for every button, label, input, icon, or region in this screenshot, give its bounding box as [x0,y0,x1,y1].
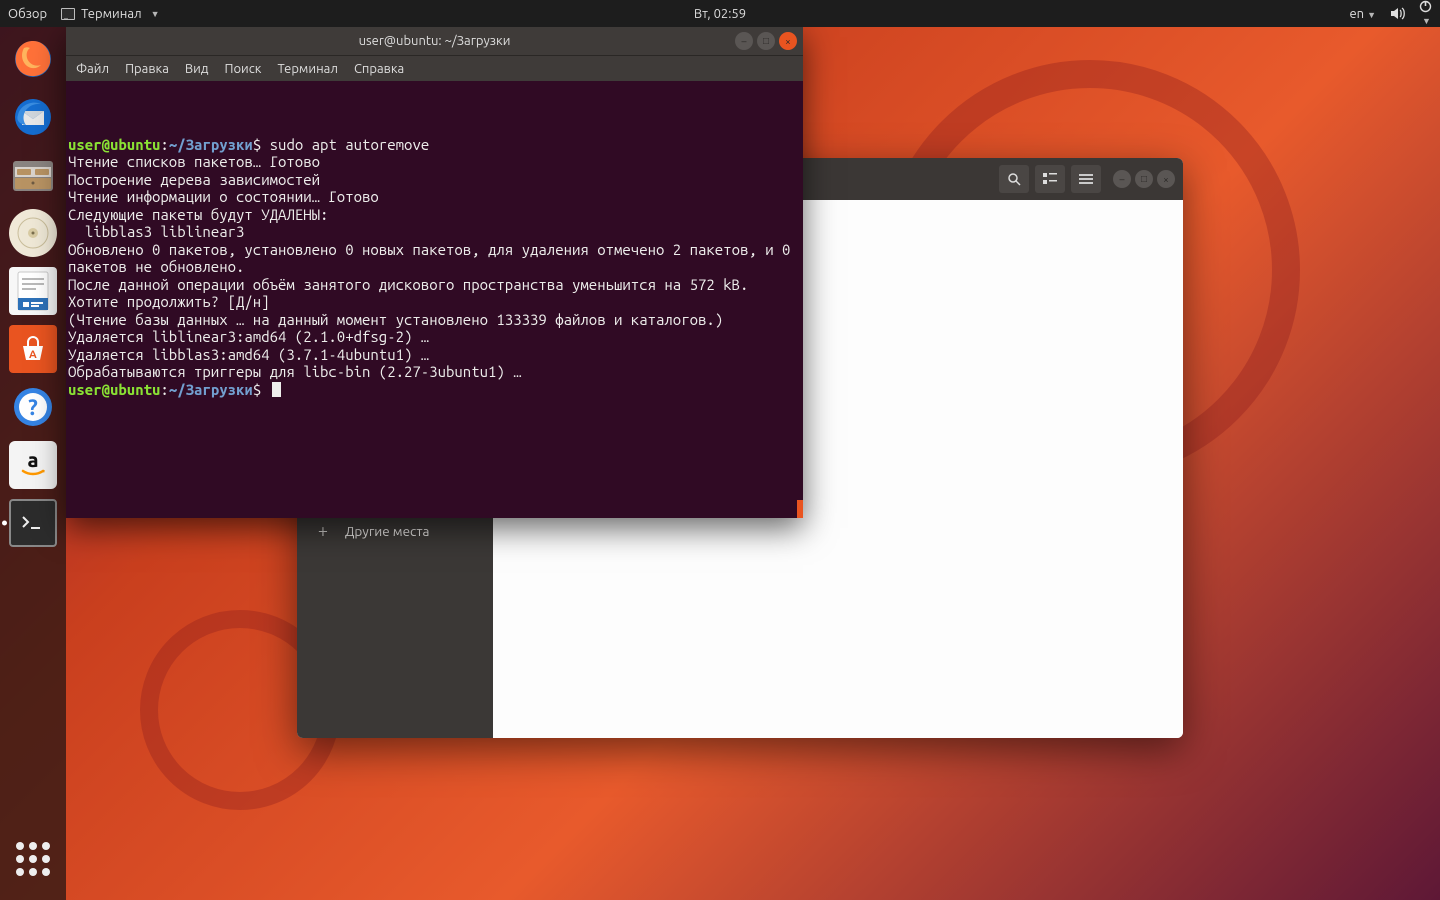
hamburger-button[interactable] [1071,165,1101,193]
menu-search[interactable]: Поиск [224,62,261,76]
svg-text:a: a [27,448,38,471]
terminal-titlebar[interactable]: user@ubuntu: ~/Загрузки – □ × [66,27,803,55]
view-toggle-button[interactable] [1035,165,1065,193]
chevron-down-icon: ▼ [1422,16,1431,26]
activities-button[interactable]: Обзор [8,7,47,21]
top-panel: Обзор _ Терминал ▼ Вт, 02:59 en▼ ▼ [0,0,1440,27]
dock-writer[interactable] [9,267,57,315]
dock-help[interactable]: ? [9,383,57,431]
terminal-window: user@ubuntu: ~/Загрузки – □ × Файл Правк… [66,27,803,518]
dock-terminal[interactable] [9,499,57,547]
dock: A ? a [0,27,66,900]
close-button[interactable]: × [779,32,797,50]
sidebar-item-label: Другие места [345,523,429,539]
menu-terminal[interactable]: Терминал [277,62,337,76]
chevron-down-icon: ▼ [1367,10,1376,20]
menu-file[interactable]: Файл [76,62,109,76]
app-menu-label: Терминал [81,7,141,21]
menu-edit[interactable]: Правка [125,62,169,76]
svg-text:_: _ [63,10,68,19]
menu-help[interactable]: Справка [354,62,404,76]
dock-thunderbird[interactable] [9,93,57,141]
dock-amazon[interactable]: a [9,441,57,489]
terminal-title: user@ubuntu: ~/Загрузки [359,34,511,48]
power-icon[interactable]: ▼ [1419,0,1432,27]
close-button[interactable]: × [1157,170,1175,188]
svg-text:A: A [29,349,37,361]
show-applications-button[interactable] [16,842,50,876]
svg-text:?: ? [28,395,38,420]
search-button[interactable] [999,165,1029,193]
maximize-button[interactable]: □ [757,32,775,50]
volume-icon[interactable] [1390,7,1405,20]
terminal-mini-icon: _ [61,8,75,20]
dock-files[interactable] [9,151,57,199]
maximize-button[interactable]: □ [1135,170,1153,188]
menu-view[interactable]: Вид [185,62,209,76]
plus-icon: + [313,521,333,541]
dock-software[interactable]: A [9,325,57,373]
clock[interactable]: Вт, 02:59 [694,7,746,21]
scrollbar-thumb[interactable] [797,500,803,518]
app-menu[interactable]: _ Терминал ▼ [61,7,159,21]
minimize-button[interactable]: – [735,32,753,50]
sidebar-item-other-locations[interactable]: + Другие места [297,514,493,548]
dock-firefox[interactable] [9,35,57,83]
input-lang[interactable]: en▼ [1349,7,1376,21]
chevron-down-icon: ▼ [151,9,160,19]
dock-rhythmbox[interactable] [9,209,57,257]
terminal-content[interactable]: user@ubuntu:~/Загрузки$ sudo apt autorem… [66,81,803,518]
minimize-button[interactable]: – [1113,170,1131,188]
terminal-menubar: Файл Правка Вид Поиск Терминал Справка [66,55,803,81]
